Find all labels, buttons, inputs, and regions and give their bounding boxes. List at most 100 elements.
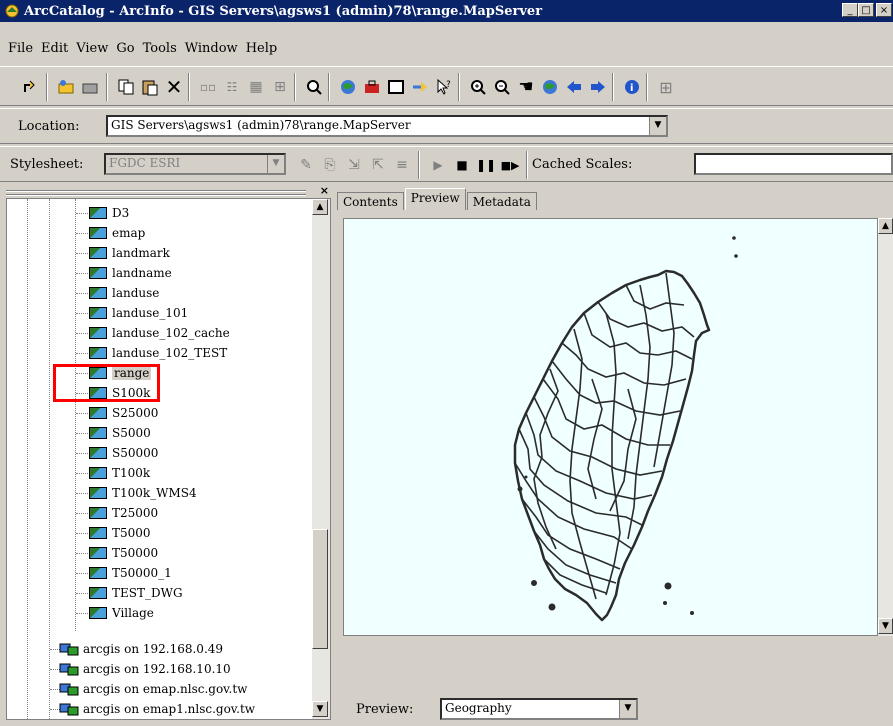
tree-item-layer[interactable]: landuse_102_TEST bbox=[89, 343, 227, 363]
list-view-icon[interactable]: ☷ bbox=[220, 75, 244, 99]
menu-help[interactable]: Help bbox=[246, 41, 278, 56]
menu-view[interactable]: View bbox=[76, 41, 108, 56]
map-service-icon bbox=[89, 527, 107, 539]
play-icon[interactable]: ▶ bbox=[426, 153, 450, 177]
catalog-tree: D3 emap landmark landname landuse landuse_101… bbox=[6, 198, 331, 720]
export-metadata-icon[interactable]: ⇱ bbox=[366, 153, 390, 177]
tree-scroll-thumb[interactable] bbox=[312, 529, 328, 649]
full-extent-icon[interactable] bbox=[538, 75, 562, 99]
tree-item-layer[interactable]: T50000 bbox=[89, 543, 158, 563]
tree-item-layer[interactable]: D3 bbox=[89, 203, 129, 223]
preview-mode-combo[interactable]: Geography ▼ bbox=[440, 698, 638, 720]
up-one-level-icon[interactable] bbox=[18, 75, 42, 99]
chevron-down-icon[interactable]: ▼ bbox=[649, 117, 666, 135]
title-bar: ArcCatalog - ArcInfo - GIS Servers\agsws… bbox=[0, 0, 893, 22]
server-connection-icon bbox=[59, 702, 79, 716]
tree-item-layer[interactable]: S5000 bbox=[89, 423, 151, 443]
tree-item-label: landuse_102_TEST bbox=[112, 346, 228, 360]
tree-item-layer[interactable]: T100k bbox=[89, 463, 150, 483]
copy-icon[interactable] bbox=[114, 75, 138, 99]
paste-icon[interactable] bbox=[138, 75, 162, 99]
tree-item-layer[interactable]: landuse_101 bbox=[89, 303, 188, 323]
minimize-button[interactable]: _ bbox=[842, 3, 858, 17]
tree-pane-header: × bbox=[6, 184, 331, 198]
scroll-up-icon[interactable]: ▲ bbox=[312, 199, 328, 215]
stylesheet-combo[interactable]: FGDC ESRI ▼ bbox=[104, 153, 286, 175]
search-globe-icon[interactable] bbox=[336, 75, 360, 99]
tree-item-layer[interactable]: S25000 bbox=[89, 403, 158, 423]
update-metadata-icon[interactable]: ≡ bbox=[390, 153, 414, 177]
edit-metadata-icon[interactable]: ✎ bbox=[294, 153, 318, 177]
tree-item-server[interactable]: arcgis on emap.nlsc.gov.tw bbox=[59, 679, 247, 699]
scroll-down-icon[interactable]: ▼ bbox=[312, 701, 328, 717]
view-tabs: Contents Preview Metadata bbox=[337, 186, 538, 210]
pause-icon[interactable]: ❚❚ bbox=[474, 153, 498, 177]
forward-arrow-icon[interactable] bbox=[586, 75, 610, 99]
preview-vertical-scrollbar[interactable]: ▲ ▼ bbox=[878, 218, 893, 636]
arctoolbox-icon[interactable] bbox=[360, 75, 384, 99]
import-metadata-icon[interactable]: ⇲ bbox=[342, 153, 366, 177]
pan-hand-icon[interactable]: ☚ bbox=[514, 75, 538, 99]
tree-item-layer[interactable]: T25000 bbox=[89, 503, 158, 523]
tree-item-server[interactable]: arcgis on 192.168.0.49 bbox=[59, 639, 223, 659]
tab-metadata[interactable]: Metadata bbox=[466, 192, 537, 210]
identify-icon[interactable]: i bbox=[620, 75, 644, 99]
delete-icon[interactable]: ✕ bbox=[162, 75, 186, 99]
cached-scales-combo[interactable] bbox=[694, 153, 893, 175]
scroll-up-icon[interactable]: ▲ bbox=[878, 218, 893, 234]
create-thumbnail-icon[interactable]: ⊞ bbox=[654, 75, 678, 99]
tree-item-layer[interactable]: Village bbox=[89, 603, 154, 623]
chevron-down-icon[interactable]: ▼ bbox=[267, 155, 284, 173]
tree-item-label: Village bbox=[112, 606, 154, 620]
connect-folder-icon[interactable] bbox=[54, 75, 78, 99]
tree-item-layer[interactable]: emap bbox=[89, 223, 145, 243]
whats-this-icon[interactable]: ? bbox=[432, 75, 456, 99]
chevron-down-icon[interactable]: ▼ bbox=[619, 700, 636, 718]
thumbnails-icon[interactable]: ⊞ bbox=[268, 75, 292, 99]
tree-grip[interactable] bbox=[6, 188, 306, 196]
map-service-icon bbox=[89, 607, 107, 619]
menu-window[interactable]: Window bbox=[185, 41, 238, 56]
tree-close-icon[interactable]: × bbox=[320, 184, 329, 197]
tree-item-layer[interactable]: landuse bbox=[89, 283, 159, 303]
large-icons-icon[interactable]: ▫▫ bbox=[196, 75, 220, 99]
metadata-properties-icon[interactable]: ⎘ bbox=[318, 153, 342, 177]
scroll-down-icon[interactable]: ▼ bbox=[878, 618, 893, 634]
menu-go[interactable]: Go bbox=[116, 41, 134, 56]
stylesheet-label: Stylesheet: bbox=[10, 157, 84, 172]
zoom-in-icon[interactable] bbox=[466, 75, 490, 99]
map-preview[interactable] bbox=[343, 218, 878, 636]
back-arrow-icon[interactable] bbox=[562, 75, 586, 99]
menu-tools[interactable]: Tools bbox=[143, 41, 177, 56]
map-service-icon bbox=[89, 327, 107, 339]
model-builder-icon[interactable] bbox=[408, 75, 432, 99]
tree-item-server[interactable]: arcgis on emap1.nlsc.gov.tw bbox=[59, 699, 255, 719]
step-icon[interactable]: ■▶ bbox=[498, 153, 522, 177]
launch-arcmap-icon[interactable] bbox=[302, 75, 326, 99]
tree-item-server[interactable]: arcgis on 192.168.10.10 bbox=[59, 659, 231, 679]
tree-vertical-scrollbar[interactable]: ▲ ▼ bbox=[312, 199, 330, 719]
tree-item-layer[interactable]: S50000 bbox=[89, 443, 158, 463]
tree-item-layer[interactable]: TEST_DWG bbox=[89, 583, 183, 603]
tree-item-layer[interactable]: T5000 bbox=[89, 523, 151, 543]
tab-contents[interactable]: Contents bbox=[337, 192, 404, 210]
menu-edit[interactable]: Edit bbox=[41, 41, 68, 56]
location-combo[interactable]: GIS Servers\agsws1 (admin)78\range.MapSe… bbox=[106, 115, 668, 137]
tree-item-layer[interactable]: landname bbox=[89, 263, 172, 283]
tree-item-layer[interactable]: T50000_1 bbox=[89, 563, 172, 583]
menu-file[interactable]: File bbox=[8, 41, 33, 56]
tree-item-label: T25000 bbox=[112, 506, 159, 520]
maximize-button[interactable]: □ bbox=[858, 3, 874, 17]
tab-preview[interactable]: Preview bbox=[404, 188, 466, 210]
server-connection-icon bbox=[59, 642, 79, 656]
tree-item-layer[interactable]: landuse_102_cache bbox=[89, 323, 230, 343]
disconnect-folder-icon[interactable] bbox=[78, 75, 102, 99]
stop-icon[interactable]: ■ bbox=[450, 153, 474, 177]
close-button[interactable]: × bbox=[876, 3, 892, 17]
zoom-out-icon[interactable] bbox=[490, 75, 514, 99]
tree-item-layer[interactable]: landmark bbox=[89, 243, 170, 263]
tree-item-label: T5000 bbox=[112, 526, 151, 540]
details-view-icon[interactable]: ▦ bbox=[244, 75, 268, 99]
command-line-icon[interactable] bbox=[384, 75, 408, 99]
tree-item-layer[interactable]: T100k_WMS4 bbox=[89, 483, 197, 503]
